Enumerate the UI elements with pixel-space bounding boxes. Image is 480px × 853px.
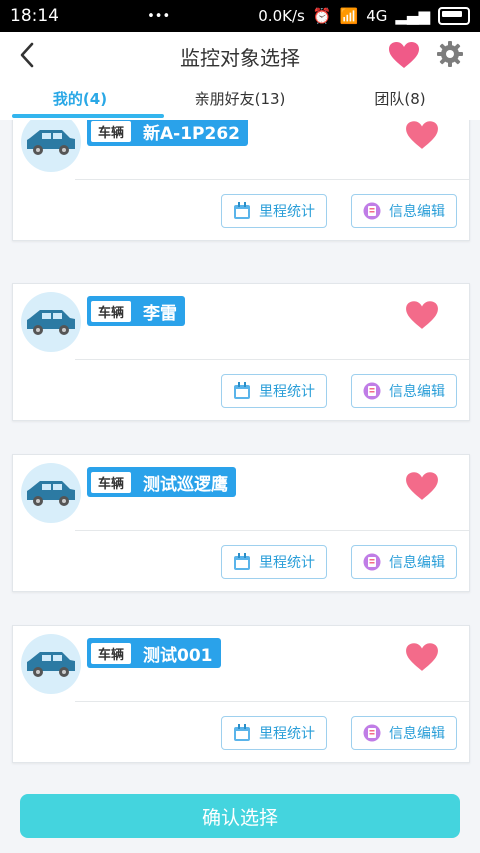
heart-icon[interactable] bbox=[388, 41, 420, 69]
vehicle-type-label: 车辆 bbox=[91, 120, 132, 142]
top-bar: 监控对象选择 bbox=[0, 32, 480, 78]
heart-icon[interactable] bbox=[405, 300, 439, 330]
mileage-stats-label: 里程统计 bbox=[259, 204, 315, 220]
calendar-icon bbox=[234, 382, 250, 399]
alarm-icon: ⏰ bbox=[312, 7, 332, 25]
confirm-button[interactable]: 确认选择 bbox=[20, 794, 460, 838]
network-label: 4G bbox=[366, 7, 388, 25]
car-icon bbox=[21, 463, 81, 523]
confirm-area: 确认选择 bbox=[0, 780, 480, 853]
edit-info-label: 信息编辑 bbox=[389, 384, 445, 400]
vehicle-card[interactable]: 车辆 李雷 里程统计 信息编辑 bbox=[12, 283, 470, 421]
heart-icon[interactable] bbox=[405, 120, 439, 150]
vehicle-type-label: 车辆 bbox=[91, 642, 132, 664]
edit-info-button[interactable]: 信息编辑 bbox=[351, 716, 457, 750]
edit-info-button[interactable]: 信息编辑 bbox=[351, 374, 457, 408]
mileage-stats-button[interactable]: 里程统计 bbox=[221, 716, 327, 750]
calendar-icon bbox=[234, 553, 250, 570]
vehicle-card[interactable]: 车辆 测试001 里程统计 信息编辑 bbox=[12, 625, 470, 763]
tab-mine[interactable]: 我的(4) bbox=[0, 78, 164, 120]
calendar-icon bbox=[234, 202, 250, 219]
car-icon bbox=[21, 292, 81, 352]
gear-icon[interactable] bbox=[436, 40, 464, 68]
divider bbox=[75, 530, 469, 531]
vehicle-type-label: 车辆 bbox=[91, 300, 132, 322]
vehicle-name-tag: 车辆 李雷 bbox=[87, 296, 186, 326]
vehicle-name: 测试巡逻鹰 bbox=[143, 474, 229, 495]
edit-info-button[interactable]: 信息编辑 bbox=[351, 194, 457, 228]
edit-icon bbox=[363, 382, 381, 400]
vehicle-name-tag: 车辆 新A-1P262 bbox=[87, 120, 249, 146]
tab-bar: 我的(4) 亲朋好友(13) 团队(8) bbox=[0, 78, 480, 120]
mileage-stats-button[interactable]: 里程统计 bbox=[221, 374, 327, 408]
edit-icon bbox=[363, 553, 381, 571]
status-icons: 0.0K/s ⏰ 📶 4G ▂▄▆ bbox=[258, 7, 470, 25]
battery-icon bbox=[437, 7, 470, 25]
status-time: 18:14 bbox=[10, 6, 59, 26]
signal-icon-2: ▂▄▆ bbox=[395, 7, 430, 25]
divider bbox=[75, 359, 469, 360]
vehicle-name-tag: 车辆 测试001 bbox=[87, 638, 221, 668]
edit-icon bbox=[363, 724, 381, 742]
status-dots: ••• bbox=[147, 8, 171, 24]
car-icon bbox=[21, 634, 81, 694]
vehicle-list[interactable]: 车辆 新A-1P262 里程统计 信息编辑 车辆 李雷 里程统计 信息编辑 车辆… bbox=[0, 120, 480, 780]
signal-icon: 📶 bbox=[339, 7, 359, 25]
tab-team[interactable]: 团队(8) bbox=[320, 78, 480, 120]
edit-icon bbox=[363, 202, 381, 220]
divider bbox=[75, 179, 469, 180]
edit-info-button[interactable]: 信息编辑 bbox=[351, 545, 457, 579]
status-bar: 18:14 ••• 0.0K/s ⏰ 📶 4G ▂▄▆ bbox=[0, 0, 480, 32]
edit-info-label: 信息编辑 bbox=[389, 726, 445, 742]
mileage-stats-label: 里程统计 bbox=[259, 384, 315, 400]
edit-info-label: 信息编辑 bbox=[389, 555, 445, 571]
vehicle-name: 测试001 bbox=[143, 645, 213, 666]
vehicle-name: 李雷 bbox=[143, 303, 178, 324]
divider bbox=[75, 701, 469, 702]
edit-info-label: 信息编辑 bbox=[389, 204, 445, 220]
mileage-stats-label: 里程统计 bbox=[259, 726, 315, 742]
vehicle-card[interactable]: 车辆 测试巡逻鹰 里程统计 信息编辑 bbox=[12, 454, 470, 592]
vehicle-type-label: 车辆 bbox=[91, 471, 132, 493]
net-speed: 0.0K/s bbox=[258, 7, 305, 25]
vehicle-name-tag: 车辆 测试巡逻鹰 bbox=[87, 467, 237, 497]
tab-friends[interactable]: 亲朋好友(13) bbox=[160, 78, 320, 120]
vehicle-card[interactable]: 车辆 新A-1P262 里程统计 信息编辑 bbox=[12, 120, 470, 241]
car-icon bbox=[21, 120, 81, 172]
mileage-stats-label: 里程统计 bbox=[259, 555, 315, 571]
mileage-stats-button[interactable]: 里程统计 bbox=[221, 545, 327, 579]
vehicle-name: 新A-1P262 bbox=[143, 123, 241, 144]
calendar-icon bbox=[234, 724, 250, 741]
heart-icon[interactable] bbox=[405, 471, 439, 501]
heart-icon[interactable] bbox=[405, 642, 439, 672]
mileage-stats-button[interactable]: 里程统计 bbox=[221, 194, 327, 228]
